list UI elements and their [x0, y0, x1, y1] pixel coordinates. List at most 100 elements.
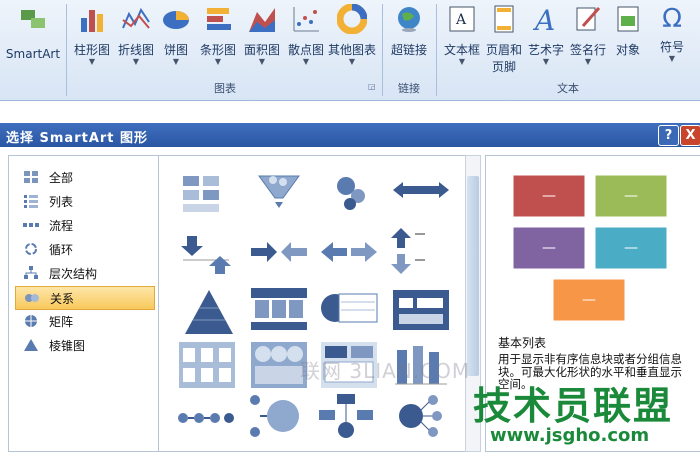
header-footer-icon: [494, 5, 514, 33]
close-button[interactable]: X: [680, 125, 700, 146]
category-list-type[interactable]: 列表: [15, 190, 153, 212]
category-process[interactable]: 流程: [15, 214, 153, 236]
dialog-titlebar[interactable]: 选择 SmartArt 图形 ? X: [0, 123, 700, 147]
chevron-down-icon: ▼: [172, 57, 180, 66]
preview-box-text: —: [624, 188, 638, 204]
preview-layout-name: 基本列表: [498, 336, 547, 350]
symbol-button[interactable]: Ω 符号 ▼: [650, 4, 694, 63]
layout-thumbnail[interactable]: [317, 392, 377, 442]
hyperlink-button[interactable]: 超链接: [386, 4, 432, 58]
donut-chart-icon: [336, 3, 368, 35]
layout-thumbnail[interactable]: [391, 286, 451, 336]
omega-icon: Ω: [662, 4, 682, 34]
layout-thumbnail[interactable]: [391, 170, 451, 220]
separator: [382, 4, 383, 96]
layout-thumbnail[interactable]: [319, 230, 379, 280]
category-all[interactable]: 全部: [15, 166, 153, 188]
document-area: [0, 101, 700, 124]
scatter-chart-icon: [293, 7, 319, 32]
layout-thumbnail[interactable]: [247, 392, 307, 442]
separator: [436, 4, 437, 96]
category-hierarchy[interactable]: 层次结构: [15, 262, 153, 284]
help-button[interactable]: ?: [658, 125, 679, 146]
object-icon: [617, 6, 639, 32]
separator: [66, 4, 67, 96]
layout-thumbnail[interactable]: [249, 286, 309, 336]
preview-box-text: —: [624, 240, 638, 256]
signature-pen-icon: [576, 7, 601, 31]
layout-thumbnail[interactable]: [179, 172, 239, 222]
category-cycle[interactable]: 循环: [15, 238, 153, 260]
layout-thumbnail[interactable]: [391, 226, 451, 276]
chevron-down-icon: ▼: [132, 57, 140, 66]
dialog-title: 选择 SmartArt 图形: [6, 131, 149, 146]
preview-box-text: —: [542, 240, 556, 256]
line-chart-button[interactable]: 折线图 ▼: [114, 4, 158, 66]
line-chart-icon: [122, 7, 150, 29]
preview-box-text: —: [582, 292, 596, 308]
object-button[interactable]: 对象: [610, 4, 646, 58]
category-label: 层次结构: [49, 267, 98, 281]
layout-thumbnail[interactable]: [177, 340, 237, 390]
scroll-thumb[interactable]: [467, 176, 479, 376]
column-chart-icon: [81, 10, 103, 32]
wordart-icon: A: [532, 4, 555, 37]
textbox-label: 文本框: [443, 43, 480, 57]
scatter-chart-button[interactable]: 散点图 ▼: [284, 4, 328, 66]
category-label: 流程: [49, 219, 74, 233]
link-group-label: 链接: [398, 82, 420, 95]
layout-thumbnail[interactable]: [324, 168, 384, 218]
process-icon: [23, 223, 39, 227]
chevron-down-icon: ▼: [458, 57, 466, 66]
preview-diagram: — — — — —: [510, 172, 670, 324]
signature-line-label: 签名行: [569, 43, 606, 57]
category-label: 列表: [49, 195, 74, 209]
layout-thumbnail[interactable]: [319, 286, 379, 336]
relationship-icon: [25, 294, 39, 302]
textbox-button[interactable]: A 文本框 ▼: [440, 4, 484, 66]
signature-line-button[interactable]: 签名行 ▼: [566, 4, 610, 66]
pie-chart-button[interactable]: 饼图 ▼: [158, 4, 194, 66]
svg-text:A: A: [455, 12, 467, 28]
category-list: 全部 列表 流程 循环 层次结构 关系 矩阵 棱锥图: [8, 155, 159, 452]
category-matrix[interactable]: 矩阵: [15, 310, 153, 332]
object-label: 对象: [615, 43, 640, 57]
layout-thumbnail[interactable]: [389, 392, 449, 442]
pyramid-icon: [24, 339, 38, 351]
dialog-launcher-icon[interactable]: ◲: [368, 82, 376, 91]
globe-link-icon: [398, 7, 420, 32]
layout-thumbnail[interactable]: [249, 168, 309, 218]
ribbon: SmartArt 柱形图 ▼ 折线图 ▼ 饼图 ▼ 条形图 ▼ 面积图 ▼ 散点…: [0, 0, 700, 101]
category-relationship[interactable]: 关系: [15, 286, 155, 310]
area-chart-button[interactable]: 面积图 ▼: [240, 4, 284, 66]
category-label: 循环: [49, 243, 74, 257]
layout-gallery: [158, 155, 466, 452]
column-chart-button[interactable]: 柱形图 ▼: [70, 4, 114, 66]
bar-chart-label: 条形图: [199, 43, 236, 57]
chevron-down-icon: ▼: [584, 57, 592, 66]
layout-thumbnail[interactable]: [179, 230, 239, 280]
category-pyramid[interactable]: 棱锥图: [15, 334, 153, 356]
header-footer-label-line2: 页脚: [491, 60, 516, 74]
wordart-button[interactable]: A 艺术字 ▼: [524, 4, 568, 66]
scatter-chart-label: 散点图: [287, 43, 324, 57]
line-chart-label: 折线图: [117, 43, 154, 57]
chevron-down-icon: ▼: [542, 57, 550, 66]
header-footer-button[interactable]: 页眉和 页脚: [484, 4, 524, 75]
preview-box-text: —: [542, 188, 556, 204]
area-chart-icon: [249, 8, 275, 32]
layout-thumbnail[interactable]: [175, 394, 235, 444]
chevron-down-icon: ▼: [258, 57, 266, 66]
watermark-url: www.jsgho.com: [490, 425, 650, 446]
layout-thumbnail[interactable]: [249, 230, 309, 280]
hierarchy-icon: [24, 266, 38, 279]
header-footer-label-line1: 页眉和: [485, 43, 522, 57]
layout-thumbnail[interactable]: [179, 288, 239, 338]
bar-chart-button[interactable]: 条形图 ▼: [196, 4, 240, 66]
smartart-button[interactable]: SmartArt: [4, 4, 62, 61]
hyperlink-label: 超链接: [390, 43, 427, 57]
chevron-down-icon: ▼: [214, 57, 222, 66]
other-charts-button[interactable]: 其他图表 ▼: [326, 3, 378, 66]
chevron-down-icon: ▼: [88, 57, 96, 66]
pie-chart-label: 饼图: [163, 43, 188, 57]
